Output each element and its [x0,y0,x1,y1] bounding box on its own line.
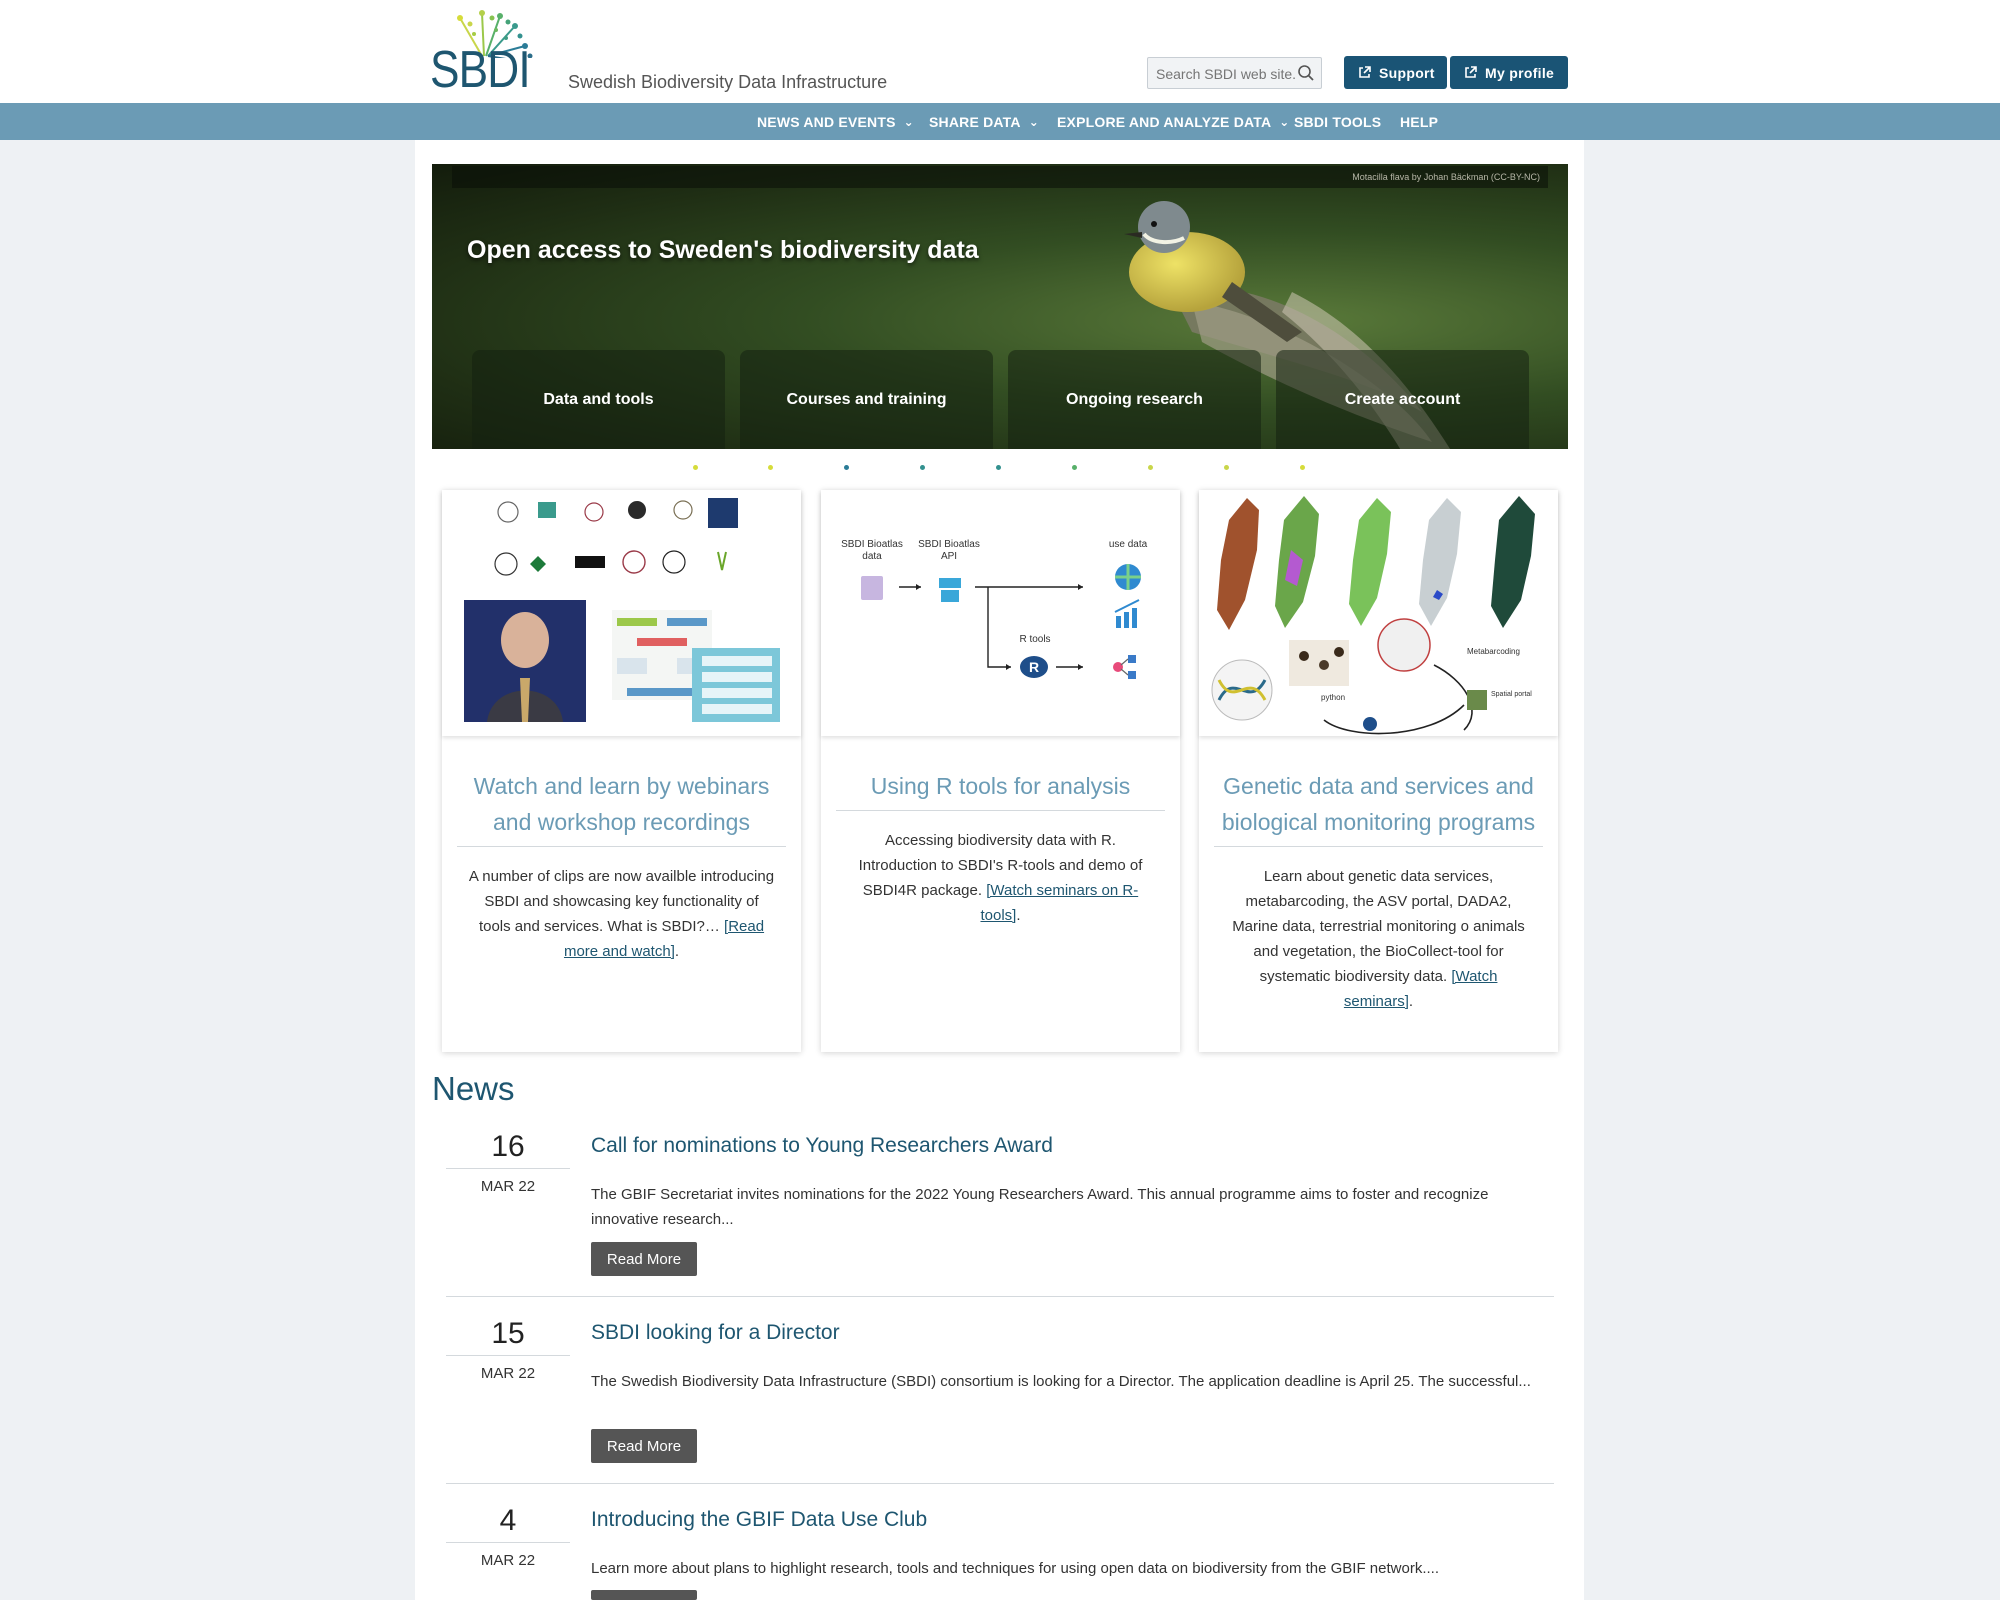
metabarcoding-label: Metabarcoding [1467,647,1520,656]
news-separator [446,1483,1554,1484]
diagram-label-use-data: use data [1109,539,1148,550]
card-genetic-data: Metabarcoding Spatial portal python Gene… [1199,490,1558,1052]
card-divider [457,846,786,847]
python-label: python [1321,693,1345,702]
dot [996,465,1001,470]
dot [1072,465,1077,470]
r-tools-image[interactable]: SBDI Bioatlas data SBDI Bioatlas API use… [821,490,1180,736]
news-day: 4 [499,1504,517,1537]
chevron-down-icon: ⌄ [1279,114,1290,129]
news-day: 15 [491,1317,525,1350]
date-divider [446,1168,570,1169]
nav-news-and-events[interactable]: NEWS AND EVENTS ⌄ [757,103,914,140]
read-more-button[interactable]: Read More [591,1242,697,1276]
dot [693,465,698,470]
nav-help[interactable]: HELP [1400,103,1438,140]
hero-tile-data-and-tools[interactable]: Data and tools [472,350,725,449]
nav-label: NEWS AND EVENTS [757,113,896,130]
diagram-label-data: data [862,551,882,562]
search-icon[interactable] [1297,64,1315,82]
news-month: MAR 22 [480,1178,536,1195]
watch-seminars-r-tools-link[interactable]: [Watch seminars on R-tools] [980,882,1138,924]
read-more-button[interactable]: Read More [591,1429,697,1463]
news-excerpt: The Swedish Biodiversity Data Infrastruc… [591,1373,1531,1390]
support-button[interactable]: Support [1344,56,1447,89]
chevron-down-icon: ⌄ [1028,114,1039,129]
logo-wordmark: SBDI [430,41,531,99]
nav-label: EXPLORE AND ANALYZE DATA [1057,113,1272,130]
r-logo-icon: R [1029,659,1039,675]
hero-tile-courses-and-training[interactable]: Courses and training [740,350,993,449]
card-text-suffix: . [674,943,680,960]
profile-label: My profile [1485,64,1555,81]
genetic-data-image[interactable]: Metabarcoding Spatial portal python [1199,490,1558,736]
dot [1148,465,1153,470]
news-day: 16 [491,1130,525,1163]
site-search [1147,57,1322,89]
partner-logos-collage [464,498,780,722]
diagram-label-r-tools: R tools [1019,634,1050,645]
support-label: Support [1379,64,1435,81]
card-title: Genetic data and services and biological… [1221,773,1536,835]
news-title-link[interactable]: Call for nominations to Young Researcher… [591,1134,1053,1158]
diagram-label-api: API [941,551,957,562]
diagram-label-bioatlas-api: SBDI Bioatlas [918,539,980,550]
sweden-maps-collage: Metabarcoding Spatial portal python [1211,496,1535,735]
card-webinars: Watch and learn by webinars and workshop… [442,490,801,1052]
dot [920,465,925,470]
card-text-suffix: . [1016,907,1021,924]
nav-label: SHARE DATA [929,113,1021,130]
nav-share-data[interactable]: SHARE DATA ⌄ [929,103,1039,140]
news-month: MAR 22 [480,1552,536,1569]
hero-tile-ongoing-research[interactable]: Ongoing research [1008,350,1261,449]
site-tagline: Swedish Biodiversity Data Infrastructure [568,72,888,92]
card-divider [1214,846,1543,847]
card-title: Watch and learn by webinars and workshop… [473,773,770,835]
card-r-tools: SBDI Bioatlas data SBDI Bioatlas API use… [821,490,1180,1052]
news-month: MAR 22 [480,1365,536,1382]
date-divider [446,1542,570,1543]
decorative-dots [0,465,2000,473]
news-title-link[interactable]: SBDI looking for a Director [591,1321,840,1345]
chevron-down-icon: ⌄ [903,114,914,129]
card-description: A number of clips are now availble intro… [467,864,776,964]
date-divider [446,1355,570,1356]
card-title: Using R tools for analysis [870,773,1131,799]
spatial-portal-label: Spatial portal [1491,691,1532,698]
news-excerpt: Learn more about plans to highlight rese… [591,1560,1439,1577]
diagram-label-bioatlas-data: SBDI Bioatlas [841,539,903,550]
news-excerpt: The GBIF Secretariat invites nominations… [591,1186,1489,1228]
external-link-icon [1465,66,1477,78]
photo-credit: Motacilla flava by Johan Bäckman (CC-BY-… [452,166,1548,188]
main-navigation: NEWS AND EVENTS ⌄ SHARE DATA ⌄ EXPLORE A… [0,103,2000,140]
nav-label: HELP [1400,113,1439,130]
dot [1224,465,1229,470]
news-title-link[interactable]: Introducing the GBIF Data Use Club [591,1508,927,1532]
read-more-button[interactable] [591,1590,697,1600]
nav-label: SBDI TOOLS [1294,113,1382,130]
hero-tile-create-account[interactable]: Create account [1276,350,1529,449]
nav-sbdi-tools[interactable]: SBDI TOOLS [1294,103,1381,140]
hero-banner: Motacilla flava by Johan Bäckman (CC-BY-… [432,164,1568,449]
search-input[interactable] [1156,64,1296,84]
dot [768,465,773,470]
r-tools-diagram: SBDI Bioatlas data SBDI Bioatlas API use… [841,539,1148,679]
card-description: Learn about genetic data services, metab… [1224,864,1533,1014]
news-separator [446,1296,1554,1297]
hero-title: Open access to Sweden's biodiversity dat… [467,236,979,264]
card-divider [836,810,1165,811]
card-description: Accessing biodiversity data with R. Intr… [846,828,1155,928]
sbdi-logo[interactable]: SBDI [430,8,555,99]
card-text-suffix: . [1408,993,1414,1010]
my-profile-button[interactable]: My profile [1450,56,1568,89]
nav-explore-and-analyze-data[interactable]: EXPLORE AND ANALYZE DATA ⌄ [1057,103,1290,140]
news-heading: News [432,1070,515,1107]
webinars-image[interactable] [442,490,801,736]
site-header: SBDI Swedish Biodiversity Data Infrastru… [0,0,2000,103]
dot [1300,465,1305,470]
external-link-icon [1359,66,1371,78]
dot [844,465,849,470]
